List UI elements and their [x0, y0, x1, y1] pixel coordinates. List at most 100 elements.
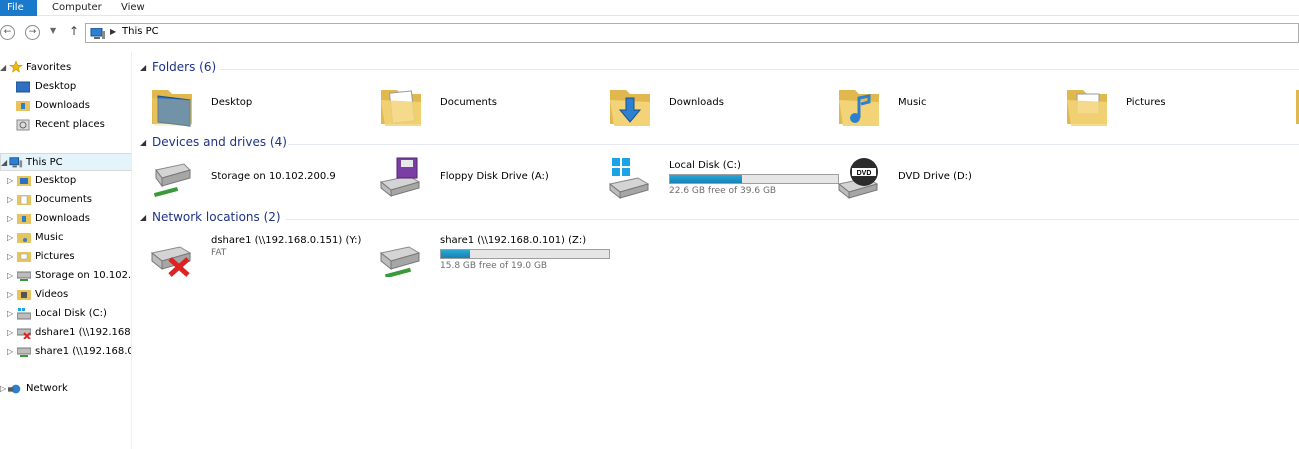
drive-dvd[interactable]: DVD DVD Drive (D:): [837, 156, 1057, 202]
recent-locations-button[interactable]: ▼: [50, 26, 56, 35]
expand-icon[interactable]: ▷: [7, 229, 13, 247]
network-share1[interactable]: share1 (\\192.168.0.101) (Z:) 15.8 GB fr…: [379, 231, 619, 277]
forward-button[interactable]: →: [25, 25, 40, 40]
nav-label: Documents: [35, 194, 93, 205]
this-pc-icon: [90, 28, 105, 39]
ribbon-tabs: File Computer View: [0, 0, 1299, 16]
nav-label: Favorites: [26, 62, 72, 73]
item-name: Music: [898, 97, 927, 108]
videos-folder-icon: [17, 290, 31, 300]
local-disk-icon: [608, 158, 650, 200]
desktop-icon: [16, 81, 30, 93]
expand-icon[interactable]: ▷: [7, 210, 13, 228]
nav-this-pc[interactable]: ◢ This PC: [0, 153, 131, 172]
collapse-icon[interactable]: ◢: [140, 63, 146, 72]
nav-pc-share1[interactable]: ▷ share1 (\\192.168.0.101) (Z:): [0, 343, 131, 361]
disk-usage-fill: [441, 250, 470, 258]
back-button[interactable]: ←: [0, 25, 15, 40]
expand-icon[interactable]: ▷: [7, 343, 13, 361]
tab-computer[interactable]: Computer: [44, 0, 110, 16]
dvd-drive-icon: DVD: [837, 158, 879, 200]
expand-icon[interactable]: ▷: [7, 191, 13, 209]
drive-storage[interactable]: Storage on 10.102.200.9: [150, 156, 370, 202]
nav-pc-pictures[interactable]: ▷ Pictures: [0, 248, 131, 266]
folder-documents[interactable]: Documents: [379, 82, 599, 128]
nav-label: Downloads: [35, 100, 90, 111]
folder-music[interactable]: Music: [837, 82, 1057, 128]
drive-floppy[interactable]: Floppy Disk Drive (A:): [379, 156, 599, 202]
nav-label: Desktop: [35, 175, 77, 186]
item-name: DVD Drive (D:): [898, 171, 972, 182]
downloads-folder-icon: [610, 90, 650, 126]
group-folders[interactable]: ◢ Folders (6): [136, 59, 1299, 79]
group-network-locations[interactable]: ◢ Network locations (2): [136, 209, 1299, 229]
collapse-icon[interactable]: ◢: [140, 138, 146, 147]
nav-favorites-desktop[interactable]: Desktop: [0, 78, 131, 96]
group-devices[interactable]: ◢ Devices and drives (4): [136, 134, 1299, 154]
item-name: Downloads: [669, 97, 724, 108]
group-divider: [286, 219, 1299, 220]
nav-label: Network: [26, 383, 68, 394]
collapse-icon[interactable]: ◢: [140, 213, 146, 222]
nav-favorites-downloads[interactable]: Downloads: [0, 97, 131, 115]
disk-free-text: 15.8 GB free of 19.0 GB: [440, 261, 548, 271]
arrow-up-icon: ↑: [69, 24, 80, 38]
network-drive-icon: [17, 271, 31, 281]
network-drive-icon: [17, 347, 31, 357]
local-disk-icon: [17, 308, 31, 320]
nav-label: dshare1 (\\192.168.0.151) (Y:): [35, 327, 131, 338]
up-button[interactable]: ↑: [69, 24, 79, 38]
navigation-pane: ◢ Favorites Desktop Downloads Recent pla…: [0, 52, 132, 449]
nav-network[interactable]: ▷ Network: [0, 380, 131, 398]
network-icon: [8, 384, 21, 394]
expand-icon[interactable]: ▷: [7, 172, 13, 190]
disk-usage-fill: [670, 175, 743, 183]
address-bar[interactable]: ▶ This PC: [85, 23, 1299, 43]
group-title: Network locations (2): [152, 210, 281, 224]
pictures-folder-icon: [17, 252, 31, 262]
expand-icon[interactable]: ▷: [0, 380, 6, 398]
group-title: Folders (6): [152, 60, 217, 74]
expand-icon[interactable]: ▷: [7, 324, 13, 342]
collapse-icon[interactable]: ◢: [1, 154, 7, 172]
item-name: Floppy Disk Drive (A:): [440, 171, 549, 182]
item-name: Desktop: [211, 97, 253, 108]
tab-view[interactable]: View: [113, 0, 153, 16]
nav-favorites-recent[interactable]: Recent places: [0, 116, 131, 134]
filesystem-text: FAT: [211, 248, 227, 258]
expand-icon[interactable]: ▷: [7, 305, 13, 323]
folder-pictures[interactable]: Pictures: [1065, 82, 1285, 128]
folder-partial[interactable]: [1294, 82, 1299, 128]
nav-pc-documents[interactable]: ▷ Documents: [0, 191, 131, 209]
breadcrumb-separator-icon[interactable]: ▶: [110, 27, 116, 36]
nav-pc-videos[interactable]: ▷ Videos: [0, 286, 131, 304]
nav-pc-music[interactable]: ▷ Music: [0, 229, 131, 247]
expand-icon[interactable]: ▷: [7, 248, 13, 266]
item-name: Documents: [440, 97, 498, 108]
breadcrumb-this-pc[interactable]: This PC: [122, 26, 159, 37]
pictures-folder-icon: [1067, 90, 1107, 126]
nav-pc-storage[interactable]: ▷ Storage on 10.102.200.9: [0, 267, 131, 285]
nav-label: Pictures: [35, 251, 75, 262]
expand-icon[interactable]: ▷: [7, 267, 13, 285]
nav-favorites[interactable]: ◢ Favorites: [0, 59, 131, 77]
tab-file[interactable]: File: [0, 0, 37, 16]
documents-folder-icon: [17, 195, 31, 205]
expand-icon[interactable]: ▷: [7, 286, 13, 304]
nav-pc-dshare1[interactable]: ▷ dshare1 (\\192.168.0.151) (Y:): [0, 324, 131, 342]
network-dshare1[interactable]: dshare1 (\\192.168.0.151) (Y:) FAT: [150, 231, 370, 277]
chevron-down-icon: ▼: [50, 26, 57, 35]
collapse-icon[interactable]: ◢: [0, 59, 6, 77]
drive-local-disk[interactable]: Local Disk (C:) 22.6 GB free of 39.6 GB: [608, 156, 848, 202]
nav-label: Downloads: [35, 213, 90, 224]
folder-downloads[interactable]: Downloads: [608, 82, 828, 128]
group-divider: [288, 144, 1299, 145]
arrow-right-icon: →: [28, 27, 37, 37]
nav-pc-downloads[interactable]: ▷ Downloads: [0, 210, 131, 228]
nav-pc-local-disk[interactable]: ▷ Local Disk (C:): [0, 305, 131, 323]
nav-pc-desktop[interactable]: ▷ Desktop: [0, 172, 131, 190]
disk-free-text: 22.6 GB free of 39.6 GB: [669, 186, 777, 196]
folder-desktop[interactable]: Desktop: [150, 82, 370, 128]
nav-label: Local Disk (C:): [35, 308, 107, 319]
content-pane: ◢ Folders (6) Desktop Documents Download…: [136, 52, 1299, 449]
